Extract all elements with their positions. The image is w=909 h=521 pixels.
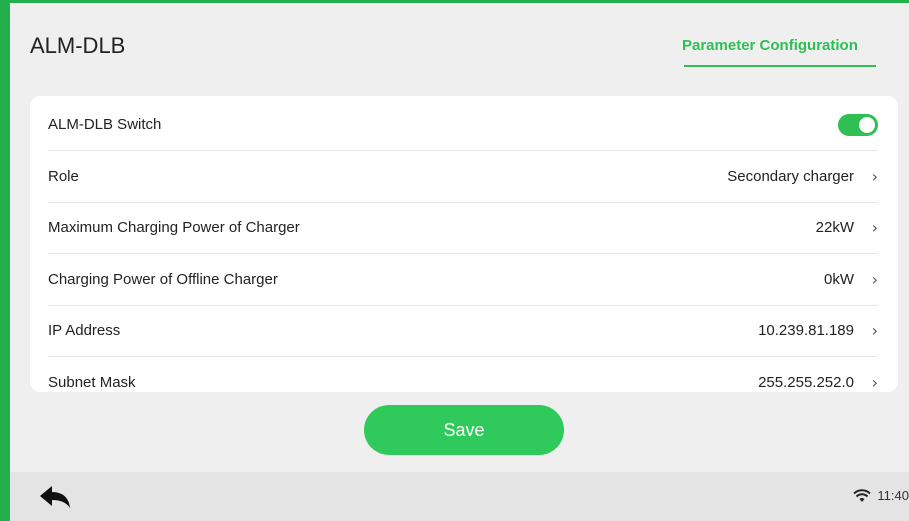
tab-parameter-configuration[interactable]: Parameter Configuration: [682, 37, 858, 54]
header: ALM-DLB Parameter Configuration: [10, 3, 909, 93]
setting-label: Role: [48, 168, 79, 185]
settings-panel: ALM-DLB Switch Role Secondary charger › …: [30, 96, 898, 392]
toggle-knob: [859, 116, 875, 133]
setting-label: Subnet Mask: [48, 374, 136, 391]
status-time: 11:40: [877, 488, 909, 503]
setting-row-ip-address[interactable]: IP Address 10.239.81.189 ›: [48, 305, 878, 357]
chevron-right-icon: ›: [871, 270, 878, 289]
setting-row-max-power[interactable]: Maximum Charging Power of Charger 22kW ›: [48, 202, 878, 254]
setting-value: Secondary charger: [727, 168, 854, 185]
chevron-right-icon: ›: [871, 167, 878, 186]
setting-row-switch: ALM-DLB Switch: [48, 99, 878, 151]
setting-label: Maximum Charging Power of Charger: [48, 219, 300, 236]
setting-row-role[interactable]: Role Secondary charger ›: [48, 151, 878, 203]
status-area: 11:40: [853, 488, 909, 503]
chevron-right-icon: ›: [871, 373, 878, 392]
bottom-bar: 11:40: [10, 472, 909, 521]
chevron-right-icon: ›: [871, 321, 878, 340]
setting-label: Charging Power of Offline Charger: [48, 271, 278, 288]
tab-active-indicator: [684, 65, 876, 67]
wifi-icon: [853, 488, 872, 502]
setting-row-offline-power[interactable]: Charging Power of Offline Charger 0kW ›: [48, 254, 878, 306]
save-button[interactable]: Save: [364, 405, 564, 455]
setting-label: ALM-DLB Switch: [48, 116, 162, 133]
setting-label: IP Address: [48, 322, 121, 339]
setting-value: 22kW: [815, 219, 854, 236]
alm-dlb-toggle[interactable]: [838, 113, 878, 136]
setting-value: 10.239.81.189: [758, 322, 854, 339]
setting-row-subnet-mask[interactable]: Subnet Mask 255.255.252.0 ›: [48, 357, 878, 392]
setting-value: 255.255.252.0: [758, 374, 854, 391]
chevron-right-icon: ›: [871, 218, 878, 237]
page-title: ALM-DLB: [30, 33, 126, 58]
back-icon[interactable]: [38, 484, 72, 510]
setting-value: 0kW: [824, 271, 854, 288]
